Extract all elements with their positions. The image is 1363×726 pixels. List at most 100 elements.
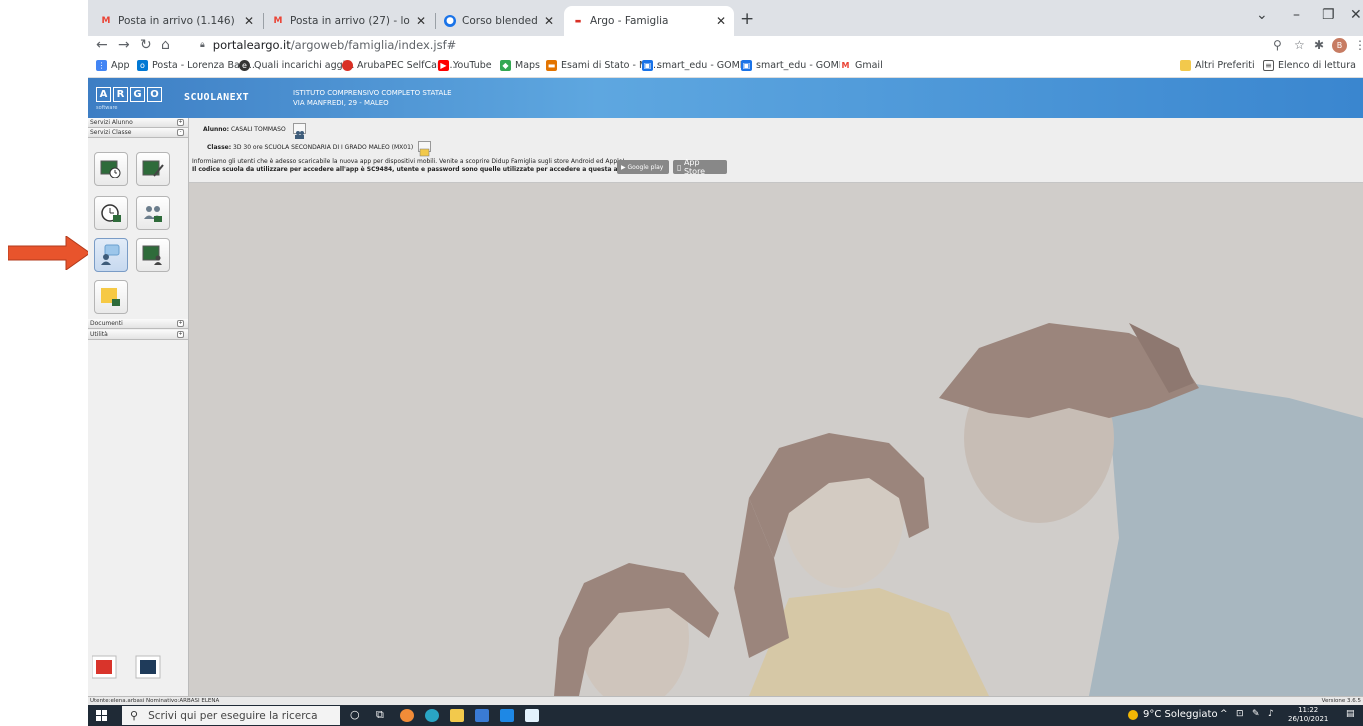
menu-icon[interactable]: ⋮	[1354, 38, 1363, 52]
cortana-icon[interactable]: ○	[350, 708, 360, 721]
docenti-classe-button[interactable]	[136, 196, 170, 230]
document-icon[interactable]	[525, 709, 539, 722]
collapse-icon[interactable]: -	[177, 129, 184, 136]
tab-title: Posta in arrivo (27) - lorenzabad	[290, 15, 410, 27]
close-icon[interactable]: ✕	[416, 14, 426, 28]
windows-start-icon[interactable]	[96, 710, 107, 721]
board-clock-icon	[100, 160, 121, 178]
board-person-icon	[142, 245, 162, 265]
weather-widget[interactable]: 9°C Soleggiato	[1128, 709, 1218, 720]
bookmark-maps[interactable]: ◆ Maps	[500, 60, 540, 71]
bookmark-gmail[interactable]: M Gmail	[840, 60, 883, 71]
tab-gmail-1[interactable]: M Posta in arrivo (1.146) - dirigente ✕	[92, 6, 262, 36]
compiti-button[interactable]	[136, 152, 170, 186]
restore-button[interactable]: ❐	[1322, 7, 1335, 23]
family-illustration	[189, 118, 1363, 696]
group-icon	[144, 206, 162, 222]
section-documenti[interactable]: Documenti +	[88, 319, 188, 329]
tab-gmail-2[interactable]: M Posta in arrivo (27) - lorenzabad ✕	[264, 6, 434, 36]
clock-icon	[101, 204, 121, 222]
forward-arrow-icon[interactable]: →	[118, 37, 130, 53]
tab-title: Argo - Famiglia	[590, 15, 669, 27]
change-student-icon[interactable]	[293, 123, 306, 139]
app-icon-orange[interactable]	[400, 709, 414, 722]
bookmark-posta[interactable]: o Posta - Lorenza Bad...	[137, 60, 255, 71]
star-icon[interactable]: ☆	[1294, 38, 1305, 52]
app-store-badge[interactable]: ▯ App Store	[673, 158, 727, 176]
app-notice-line2: Il codice scuola da utilizzare per acced…	[192, 166, 659, 173]
argo-icon: ▬	[574, 17, 582, 25]
board-pencil-icon	[142, 160, 164, 177]
pen-icon[interactable]: ✎	[1252, 709, 1260, 719]
bacheca-button[interactable]	[136, 238, 170, 272]
minimize-button[interactable]: –	[1293, 7, 1300, 23]
bookmark-reading-list[interactable]: ≡ Elenco di lettura	[1263, 60, 1356, 71]
address-bar[interactable]: 🔒︎ portaleargo.it /argoweb/famiglia/inde…	[200, 38, 456, 52]
close-icon[interactable]: ✕	[716, 14, 726, 28]
class-details-icon[interactable]	[418, 141, 431, 157]
pointer-arrow-icon	[8, 236, 90, 270]
tab-title: Posta in arrivo (1.146) - dirigente	[118, 15, 238, 27]
gmail-icon: M	[101, 16, 111, 26]
status-bar: Utente:elena.arbasi Nominativo:ARBASI EL…	[88, 696, 1363, 705]
tab-strip: M Posta in arrivo (1.146) - dirigente ✕ …	[88, 0, 1363, 36]
google-play-badge[interactable]: ▶ Google play	[617, 160, 669, 174]
footer-logos	[91, 654, 182, 686]
sidebar: Servizi Alunno + Servizi Classe - Docume…	[88, 118, 189, 696]
volume-icon[interactable]: ♪	[1268, 709, 1274, 719]
notifications-icon[interactable]: ▤	[1346, 709, 1355, 719]
bookmark-incarichi[interactable]: e Quali incarichi aggi...	[239, 60, 354, 71]
info-panel: Alunno: CASALI TOMMASO Classe: 3D 30 ore…	[189, 118, 1363, 183]
ricevimento-docenti-button[interactable]	[94, 238, 128, 272]
taskbar-search-input[interactable]: ⚲ Scrivi qui per eseguire la ricerca	[122, 706, 340, 725]
reload-icon[interactable]: ↻	[140, 37, 152, 53]
home-icon[interactable]: ⌂	[161, 37, 170, 53]
section-servizi-alunno[interactable]: Servizi Alunno +	[88, 118, 188, 128]
clock[interactable]: 11:22 26/10/2021	[1288, 706, 1328, 724]
tab-argo-famiglia[interactable]: ▬ Argo - Famiglia ✕	[564, 6, 734, 36]
zoom-icon[interactable]: ⚲	[1273, 38, 1282, 52]
expand-icon[interactable]: +	[177, 320, 184, 327]
registro-classe-button[interactable]	[94, 152, 128, 186]
close-window-button[interactable]: ✕	[1350, 7, 1362, 23]
close-icon[interactable]: ✕	[244, 14, 254, 28]
task-view-icon[interactable]: ⧉	[376, 708, 384, 722]
lock-icon: 🔒︎	[200, 40, 205, 50]
profile-avatar[interactable]: B	[1332, 38, 1347, 53]
gomp-icon: ▣	[741, 60, 752, 71]
bookmark-smart-edu-2[interactable]: ▣ smart_edu - GOMP	[741, 60, 845, 71]
tab-title: Corso blended: Valutazione Integ	[462, 15, 538, 27]
file-explorer-icon[interactable]	[450, 709, 464, 722]
store-icon[interactable]	[475, 709, 489, 722]
bookmark-smart-edu-1[interactable]: ▣ smart_edu - GOMP	[642, 60, 746, 71]
app-header: A R G O software SCUOLANEXT ISTITUTO COM…	[88, 78, 1363, 118]
mail-icon[interactable]	[500, 709, 514, 722]
bookmark-youtube[interactable]: ▶ YouTube	[438, 60, 492, 71]
orario-button[interactable]	[94, 196, 128, 230]
reading-list-icon: ≡	[1263, 60, 1274, 71]
tab-search-icon[interactable]: ⌄	[1256, 7, 1268, 23]
brand-name: SCUOLANEXT	[184, 92, 250, 103]
expand-icon[interactable]: +	[177, 119, 184, 126]
network-icon[interactable]: ⊡	[1236, 709, 1244, 719]
chevron-up-icon[interactable]: ^	[1220, 709, 1228, 719]
expand-icon[interactable]: +	[177, 331, 184, 338]
aruba-icon	[342, 60, 353, 71]
section-servizi-classe[interactable]: Servizi Classe -	[88, 128, 188, 138]
tab-course[interactable]: ● Corso blended: Valutazione Integ ✕	[436, 6, 562, 36]
edge-icon[interactable]	[425, 709, 439, 722]
person-chat-icon	[101, 244, 120, 265]
section-utilita[interactable]: Utilità +	[88, 330, 188, 340]
close-icon[interactable]: ✕	[544, 14, 554, 28]
extensions-icon[interactable]: ✱	[1314, 38, 1324, 52]
bookmark-other-favorites[interactable]: Altri Preferiti	[1180, 60, 1255, 71]
note-button[interactable]	[94, 280, 128, 314]
bookmarks-bar: ⋮ App o Posta - Lorenza Bad... e Quali i…	[88, 56, 1363, 78]
new-tab-button[interactable]: +	[740, 9, 754, 29]
youtube-icon: ▶	[438, 60, 449, 71]
browser-toolbar: ← → ↻ ⌂ 🔒︎ portaleargo.it /argoweb/famig…	[88, 36, 1363, 56]
folder-icon	[1180, 60, 1191, 71]
back-arrow-icon[interactable]: ←	[96, 37, 108, 53]
maps-icon: ◆	[500, 60, 511, 71]
bookmark-apps[interactable]: ⋮ App	[96, 60, 130, 71]
